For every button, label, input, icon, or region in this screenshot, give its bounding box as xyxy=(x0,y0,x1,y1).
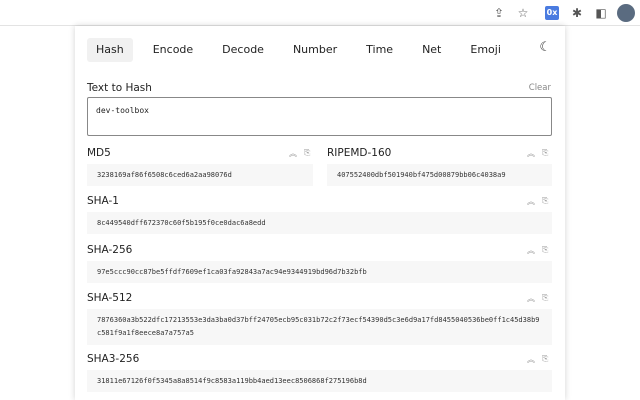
tab-number[interactable]: Number xyxy=(284,38,346,62)
bookmark-star-icon[interactable]: ☆ xyxy=(516,6,530,20)
copy-icon[interactable]: ⎘ xyxy=(542,354,548,364)
hash-value-md5: 3238169af86f6508c6ced6a2aa98076d xyxy=(87,164,313,186)
text-to-hash-input[interactable]: dev-toolbox xyxy=(87,97,552,136)
copy-icon[interactable]: ⎘ xyxy=(542,196,548,206)
copy-icon[interactable]: ⎘ xyxy=(304,148,310,158)
side-panel-icon[interactable]: ◧ xyxy=(594,6,608,20)
hash-label-sha256: SHA-256 xyxy=(87,244,133,256)
hash-value-sha256: 97e5ccc90cc87be5ffdf7609ef1ca03fa92843a7… xyxy=(87,261,552,283)
hash-label-md5: MD5 xyxy=(87,147,111,159)
hash-value-sha512: 7876360a3b522dfc17213553e3da3ba0d37bff24… xyxy=(87,309,552,345)
hash-label-sha1: SHA-1 xyxy=(87,195,119,207)
puzzle-icon[interactable]: ✱ xyxy=(570,6,584,20)
input-label: Text to Hash xyxy=(87,82,152,94)
collapse-icon[interactable]: ︽ xyxy=(289,148,297,159)
tab-hash[interactable]: Hash xyxy=(87,38,133,62)
extension-popup: Hash Encode Decode Number Time Net Emoji… xyxy=(75,26,565,400)
hash-label-ripemd160: RIPEMD-160 xyxy=(327,147,392,159)
tab-decode[interactable]: Decode xyxy=(213,38,273,62)
browser-toolbar: ⇪ ☆ 0x ✱ ◧ xyxy=(0,0,640,26)
tab-encode[interactable]: Encode xyxy=(144,38,202,62)
tab-emoji[interactable]: Emoji xyxy=(461,38,510,62)
hash-value-ripemd160: 407552400dbf501940bf475d00879bb06c4038a9 xyxy=(327,164,552,186)
tab-time[interactable]: Time xyxy=(357,38,402,62)
collapse-icon[interactable]: ︽ xyxy=(527,148,535,159)
tab-net[interactable]: Net xyxy=(413,38,450,62)
clear-button[interactable]: Clear xyxy=(529,83,551,93)
nav-tabs: Hash Encode Decode Number Time Net Emoji xyxy=(87,38,521,62)
copy-icon[interactable]: ⎘ xyxy=(542,148,548,158)
extension-icon[interactable]: 0x xyxy=(545,6,559,20)
dark-mode-moon-icon[interactable]: ☾ xyxy=(539,40,551,55)
hash-label-sha512: SHA-512 xyxy=(87,292,133,304)
collapse-icon[interactable]: ︽ xyxy=(527,293,535,304)
collapse-icon[interactable]: ︽ xyxy=(527,245,535,256)
collapse-icon[interactable]: ︽ xyxy=(527,196,535,207)
hash-value-sha3-256: 31811e67126f0f5345a8a8514f9c8583a119bb4a… xyxy=(87,370,552,392)
hash-value-sha1: 8c449540dff672370c60f5b195f0ce0dac6a8edd xyxy=(87,212,552,234)
share-icon[interactable]: ⇪ xyxy=(492,6,506,20)
collapse-icon[interactable]: ︽ xyxy=(527,354,535,365)
copy-icon[interactable]: ⎘ xyxy=(542,245,548,255)
avatar[interactable] xyxy=(617,4,635,22)
hash-label-sha3-256: SHA3-256 xyxy=(87,353,140,365)
copy-icon[interactable]: ⎘ xyxy=(542,293,548,303)
